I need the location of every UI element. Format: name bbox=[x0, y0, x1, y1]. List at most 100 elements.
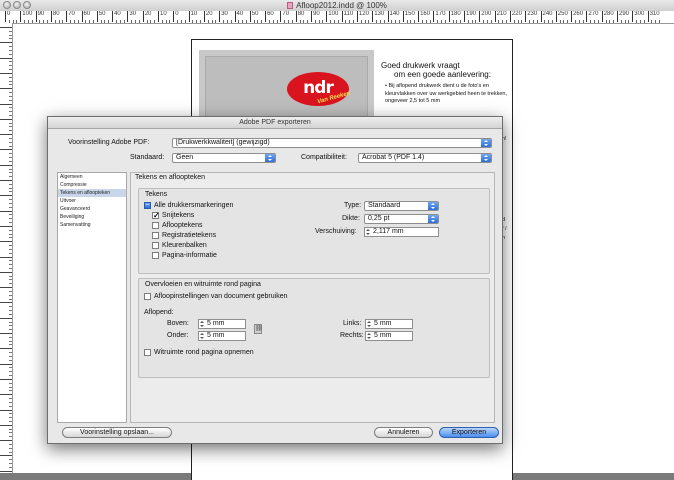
ruler-minor-tick bbox=[70, 20, 72, 23]
ndr-logo: ndr Van Reeken bbox=[287, 72, 351, 106]
ruler-minor-tick bbox=[299, 20, 301, 23]
offset-input[interactable]: 2,117 mm bbox=[364, 227, 439, 237]
ruler-minor-tick bbox=[135, 20, 137, 23]
preset-value: [Drukwerkkwaliteit] (gewijzigd) bbox=[176, 139, 270, 146]
ruler-minor-tick bbox=[9, 111, 12, 113]
sidebar-item-compressie[interactable]: Compressie bbox=[58, 181, 126, 189]
sidebar-item-tekens[interactable]: Tekens en afloopteken bbox=[58, 189, 126, 197]
checkbox-icon bbox=[152, 252, 159, 259]
stepper-icon[interactable] bbox=[366, 229, 371, 235]
ruler-tick bbox=[0, 287, 12, 289]
ruler-minor-tick bbox=[184, 20, 186, 23]
ruler-minor-tick bbox=[9, 413, 12, 415]
ruler-minor-tick bbox=[89, 20, 91, 23]
ruler-minor-tick bbox=[590, 20, 592, 23]
ruler-minor-tick bbox=[24, 20, 26, 23]
ruler-tick bbox=[0, 225, 12, 227]
horizontal-ruler[interactable]: 0 100 90 80 70 60 50 40 30 20 10 0 10 20 30 40 50 60 70 80 9… bbox=[0, 11, 674, 24]
ruler-minor-tick bbox=[383, 20, 385, 23]
ruler-minor-tick bbox=[272, 20, 274, 23]
ruler-minor-tick bbox=[349, 20, 351, 23]
ruler-minor-tick bbox=[62, 20, 64, 23]
bleed-left-input[interactable]: 5 mm bbox=[365, 319, 413, 329]
document-heading-2: om een goede aanlevering: bbox=[394, 70, 491, 79]
right-label: Rechts: bbox=[340, 332, 364, 339]
all-marks-checkbox[interactable]: – Alle drukkersmarkeringen bbox=[144, 201, 233, 210]
mark-weight-select[interactable]: 0,25 pt bbox=[364, 214, 439, 224]
ruler-minor-tick bbox=[532, 20, 534, 23]
ruler-minor-tick bbox=[9, 237, 12, 239]
standard-select[interactable]: Geen bbox=[172, 153, 276, 163]
ruler-minor-tick bbox=[9, 325, 12, 327]
ruler-minor-tick bbox=[9, 447, 12, 449]
registration-marks-checkbox[interactable]: Registratietekens bbox=[152, 231, 216, 240]
stepper-icon[interactable] bbox=[367, 321, 372, 327]
popup-arrows-icon bbox=[481, 139, 491, 147]
export-button[interactable]: Exporteren bbox=[439, 427, 499, 438]
ruler-minor-tick bbox=[242, 20, 244, 23]
color-bars-checkbox[interactable]: Kleurenbalken bbox=[152, 241, 207, 250]
ruler-tick bbox=[0, 348, 12, 350]
bleed-right-value: 5 mm bbox=[374, 332, 392, 339]
stepper-icon[interactable] bbox=[367, 333, 372, 339]
ruler-minor-tick bbox=[9, 371, 12, 373]
bleed-top-input[interactable]: 5 mm bbox=[198, 319, 246, 329]
ruler-minor-tick bbox=[9, 260, 12, 262]
ruler-minor-tick bbox=[594, 20, 596, 23]
ruler-minor-tick bbox=[200, 20, 202, 23]
ruler-tick bbox=[0, 394, 12, 396]
ruler-minor-tick bbox=[548, 20, 550, 23]
ruler-minor-tick bbox=[16, 20, 18, 23]
stepper-icon[interactable] bbox=[200, 321, 205, 327]
ruler-tick bbox=[0, 103, 12, 105]
ruler-minor-tick bbox=[624, 20, 626, 23]
ruler-minor-tick bbox=[261, 20, 263, 23]
ruler-minor-tick bbox=[9, 375, 12, 377]
sidebar-item-geavanceerd[interactable]: Geavanceerd bbox=[58, 205, 126, 213]
ruler-label: 310 bbox=[647, 11, 660, 22]
page-info-checkbox[interactable]: Pagina-informatie bbox=[152, 251, 217, 260]
ruler-minor-tick bbox=[502, 20, 504, 23]
cancel-button[interactable]: Annuleren bbox=[374, 427, 433, 438]
bleed-marks-checkbox[interactable]: Aflooptekens bbox=[152, 221, 202, 230]
sidebar-item-samenvatting[interactable]: Samenvatting bbox=[58, 221, 126, 229]
vertical-ruler[interactable] bbox=[0, 23, 13, 473]
sidebar-item-beveiliging[interactable]: Beveiliging bbox=[58, 213, 126, 221]
ruler-minor-tick bbox=[9, 432, 12, 434]
preset-select[interactable]: [Drukwerkkwaliteit] (gewijzigd) bbox=[172, 138, 492, 148]
sidebar-item-algemeen[interactable]: Algemeen bbox=[58, 173, 126, 181]
chain-link-icon[interactable]: ⛓ bbox=[254, 324, 263, 334]
mark-type-select[interactable]: Standaard bbox=[364, 201, 439, 211]
save-preset-button[interactable]: Voorinstelling opslaan... bbox=[62, 427, 172, 438]
compatibility-select[interactable]: Acrobat 5 (PDF 1.4) bbox=[358, 153, 492, 163]
ruler-tick bbox=[0, 57, 12, 59]
bleed-bottom-input[interactable]: 5 mm bbox=[198, 331, 246, 341]
include-slug-checkbox[interactable]: Witruimte rond pagina opnemen bbox=[144, 348, 254, 357]
ruler-minor-tick bbox=[414, 20, 416, 23]
marks-group: Tekens – Alle drukkersmarkeringen ✓ Snijte… bbox=[138, 188, 490, 274]
ruler-minor-tick bbox=[9, 355, 12, 357]
ruler-minor-tick bbox=[9, 80, 12, 82]
ruler-label: 270 bbox=[586, 11, 598, 22]
bottom-label: Onder: bbox=[167, 332, 189, 339]
bleed-right-input[interactable]: 5 mm bbox=[365, 331, 413, 341]
ruler-label: 230 bbox=[525, 11, 537, 22]
stepper-icon[interactable] bbox=[200, 333, 205, 339]
ruler-minor-tick bbox=[9, 145, 12, 147]
crop-marks-checkbox[interactable]: ✓ Snijtekens bbox=[152, 211, 194, 220]
use-document-bleed-checkbox[interactable]: Afloopinstellingen van document gebruike… bbox=[144, 292, 287, 301]
ruler-label: 300 bbox=[632, 11, 644, 22]
ruler-minor-tick bbox=[368, 20, 370, 23]
ruler-minor-tick bbox=[47, 20, 49, 23]
ruler-label: 100 bbox=[20, 11, 32, 22]
ruler-minor-tick bbox=[563, 20, 565, 23]
sidebar-item-uitvoer[interactable]: Uitvoer bbox=[58, 197, 126, 205]
checkbox-icon bbox=[152, 232, 159, 239]
offset-value: 2,117 mm bbox=[373, 228, 404, 235]
ruler-minor-tick bbox=[215, 20, 217, 23]
category-list[interactable]: Algemeen Compressie Tekens en afloopteke… bbox=[57, 172, 127, 423]
ruler-label: 260 bbox=[571, 11, 583, 22]
ruler-minor-tick bbox=[108, 20, 110, 23]
window-title-text: Afloop2012.indd @ 100% bbox=[296, 1, 387, 10]
ruler-minor-tick bbox=[9, 352, 12, 354]
